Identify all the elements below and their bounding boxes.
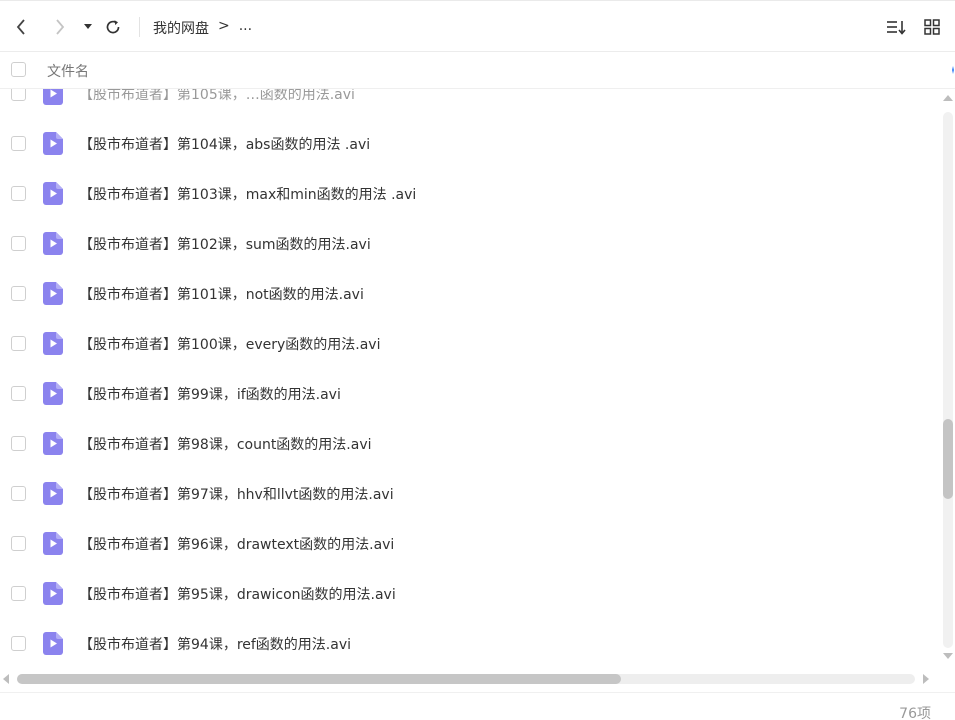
list-header: 文件名 <box>0 52 955 89</box>
video-file-icon <box>43 432 63 455</box>
row-checkbox[interactable] <box>11 336 26 351</box>
file-list: 【股市布道者】第105课，…函数的用法.avi 【股市布道者】第104课，abs函… <box>0 89 940 662</box>
scroll-right-arrow[interactable] <box>923 674 929 684</box>
status-bar: 76项 <box>0 692 955 720</box>
file-row[interactable]: 【股市布道者】第102课，sum函数的用法.avi <box>0 219 940 269</box>
row-checkbox[interactable] <box>11 286 26 301</box>
item-count: 76项 <box>899 706 931 720</box>
row-checkbox[interactable] <box>11 486 26 501</box>
video-file-icon <box>43 232 63 255</box>
file-row[interactable]: 【股市布道者】第104课，abs函数的用法 .avi <box>0 119 940 169</box>
refresh-button[interactable] <box>102 15 124 39</box>
forward-button[interactable] <box>49 15 71 39</box>
file-name[interactable]: 【股市布道者】第100课，every函数的用法.avi <box>79 334 380 354</box>
file-name[interactable]: 【股市布道者】第102课，sum函数的用法.avi <box>79 234 371 254</box>
file-name[interactable]: 【股市布道者】第94课，ref函数的用法.avi <box>79 634 351 654</box>
refresh-icon <box>106 20 120 34</box>
video-file-icon <box>43 482 63 505</box>
chevron-left-icon <box>16 19 25 35</box>
video-file-icon <box>43 182 63 205</box>
breadcrumb-root[interactable]: 我的网盘 <box>153 18 209 38</box>
caret-down-icon <box>84 24 92 29</box>
grid-view-icon <box>924 19 940 35</box>
video-file-icon <box>43 532 63 555</box>
row-checkbox[interactable] <box>11 236 26 251</box>
video-file-icon <box>43 132 63 155</box>
vertical-scroll-thumb[interactable] <box>943 419 953 499</box>
row-checkbox[interactable] <box>11 636 26 651</box>
row-checkbox[interactable] <box>11 136 26 151</box>
file-row[interactable]: 【股市布道者】第97课，hhv和llvt函数的用法.avi <box>0 469 940 519</box>
breadcrumb-separator: > <box>218 18 230 34</box>
column-header-filename[interactable]: 文件名 <box>47 61 89 81</box>
history-dropdown-button[interactable] <box>77 15 99 39</box>
file-name[interactable]: 【股市布道者】第103课，max和min函数的用法 .avi <box>79 184 416 204</box>
toolbar-divider <box>139 17 140 37</box>
file-name[interactable]: 【股市布道者】第105课，…函数的用法.avi <box>79 89 355 104</box>
file-name[interactable]: 【股市布道者】第98课，count函数的用法.avi <box>79 434 372 454</box>
row-checkbox[interactable] <box>11 89 26 101</box>
video-file-icon <box>43 582 63 605</box>
row-checkbox[interactable] <box>11 436 26 451</box>
video-file-icon <box>43 632 63 655</box>
file-row[interactable]: 【股市布道者】第98课，count函数的用法.avi <box>0 419 940 469</box>
horizontal-scrollbar[interactable] <box>0 670 940 688</box>
breadcrumb-ellipsis[interactable]: ... <box>239 18 252 38</box>
video-file-icon <box>43 382 63 405</box>
view-mode-button[interactable] <box>920 15 944 39</box>
row-checkbox[interactable] <box>11 386 26 401</box>
scroll-down-arrow[interactable] <box>943 653 953 659</box>
file-row[interactable]: 【股市布道者】第100课，every函数的用法.avi <box>0 319 940 369</box>
sparkle-icon <box>952 66 954 74</box>
file-row[interactable]: 【股市布道者】第96课，drawtext函数的用法.avi <box>0 519 940 569</box>
video-file-icon <box>43 282 63 305</box>
file-row[interactable]: 【股市布道者】第99课，if函数的用法.avi <box>0 369 940 419</box>
row-checkbox[interactable] <box>11 186 26 201</box>
select-all-checkbox[interactable] <box>11 62 26 77</box>
file-browser-window: 我的网盘 > ... 文件名 【股市布道者】第105课，…函数的用法.avi 【… <box>0 0 955 720</box>
file-name[interactable]: 【股市布道者】第95课，drawicon函数的用法.avi <box>79 584 396 604</box>
file-name[interactable]: 【股市布道者】第96课，drawtext函数的用法.avi <box>79 534 394 554</box>
row-checkbox[interactable] <box>11 536 26 551</box>
scroll-up-arrow[interactable] <box>943 95 953 101</box>
file-row[interactable]: 【股市布道者】第105课，…函数的用法.avi <box>0 89 940 119</box>
row-checkbox[interactable] <box>11 586 26 601</box>
vertical-scrollbar[interactable] <box>940 89 955 662</box>
file-name[interactable]: 【股市布道者】第97课，hhv和llvt函数的用法.avi <box>79 484 394 504</box>
file-name[interactable]: 【股市布道者】第99课，if函数的用法.avi <box>79 384 341 404</box>
scroll-left-arrow[interactable] <box>3 674 9 684</box>
file-row[interactable]: 【股市布道者】第95课，drawicon函数的用法.avi <box>0 569 940 619</box>
file-name[interactable]: 【股市布道者】第104课，abs函数的用法 .avi <box>79 134 370 154</box>
horizontal-scroll-thumb[interactable] <box>17 674 621 684</box>
sort-button[interactable] <box>884 15 908 39</box>
back-button[interactable] <box>10 15 32 39</box>
file-row[interactable]: 【股市布道者】第94课，ref函数的用法.avi <box>0 619 940 662</box>
chevron-right-icon <box>56 19 65 35</box>
vertical-scroll-track[interactable] <box>943 112 953 648</box>
file-name[interactable]: 【股市布道者】第101课，not函数的用法.avi <box>79 284 364 304</box>
toolbar: 我的网盘 > ... <box>0 0 955 52</box>
video-file-icon <box>43 332 63 355</box>
sort-list-icon <box>887 21 906 35</box>
file-row[interactable]: 【股市布道者】第103课，max和min函数的用法 .avi <box>0 169 940 219</box>
file-row[interactable]: 【股市布道者】第101课，not函数的用法.avi <box>0 269 940 319</box>
breadcrumb: 我的网盘 > ... <box>153 18 252 38</box>
video-file-icon <box>43 89 63 105</box>
